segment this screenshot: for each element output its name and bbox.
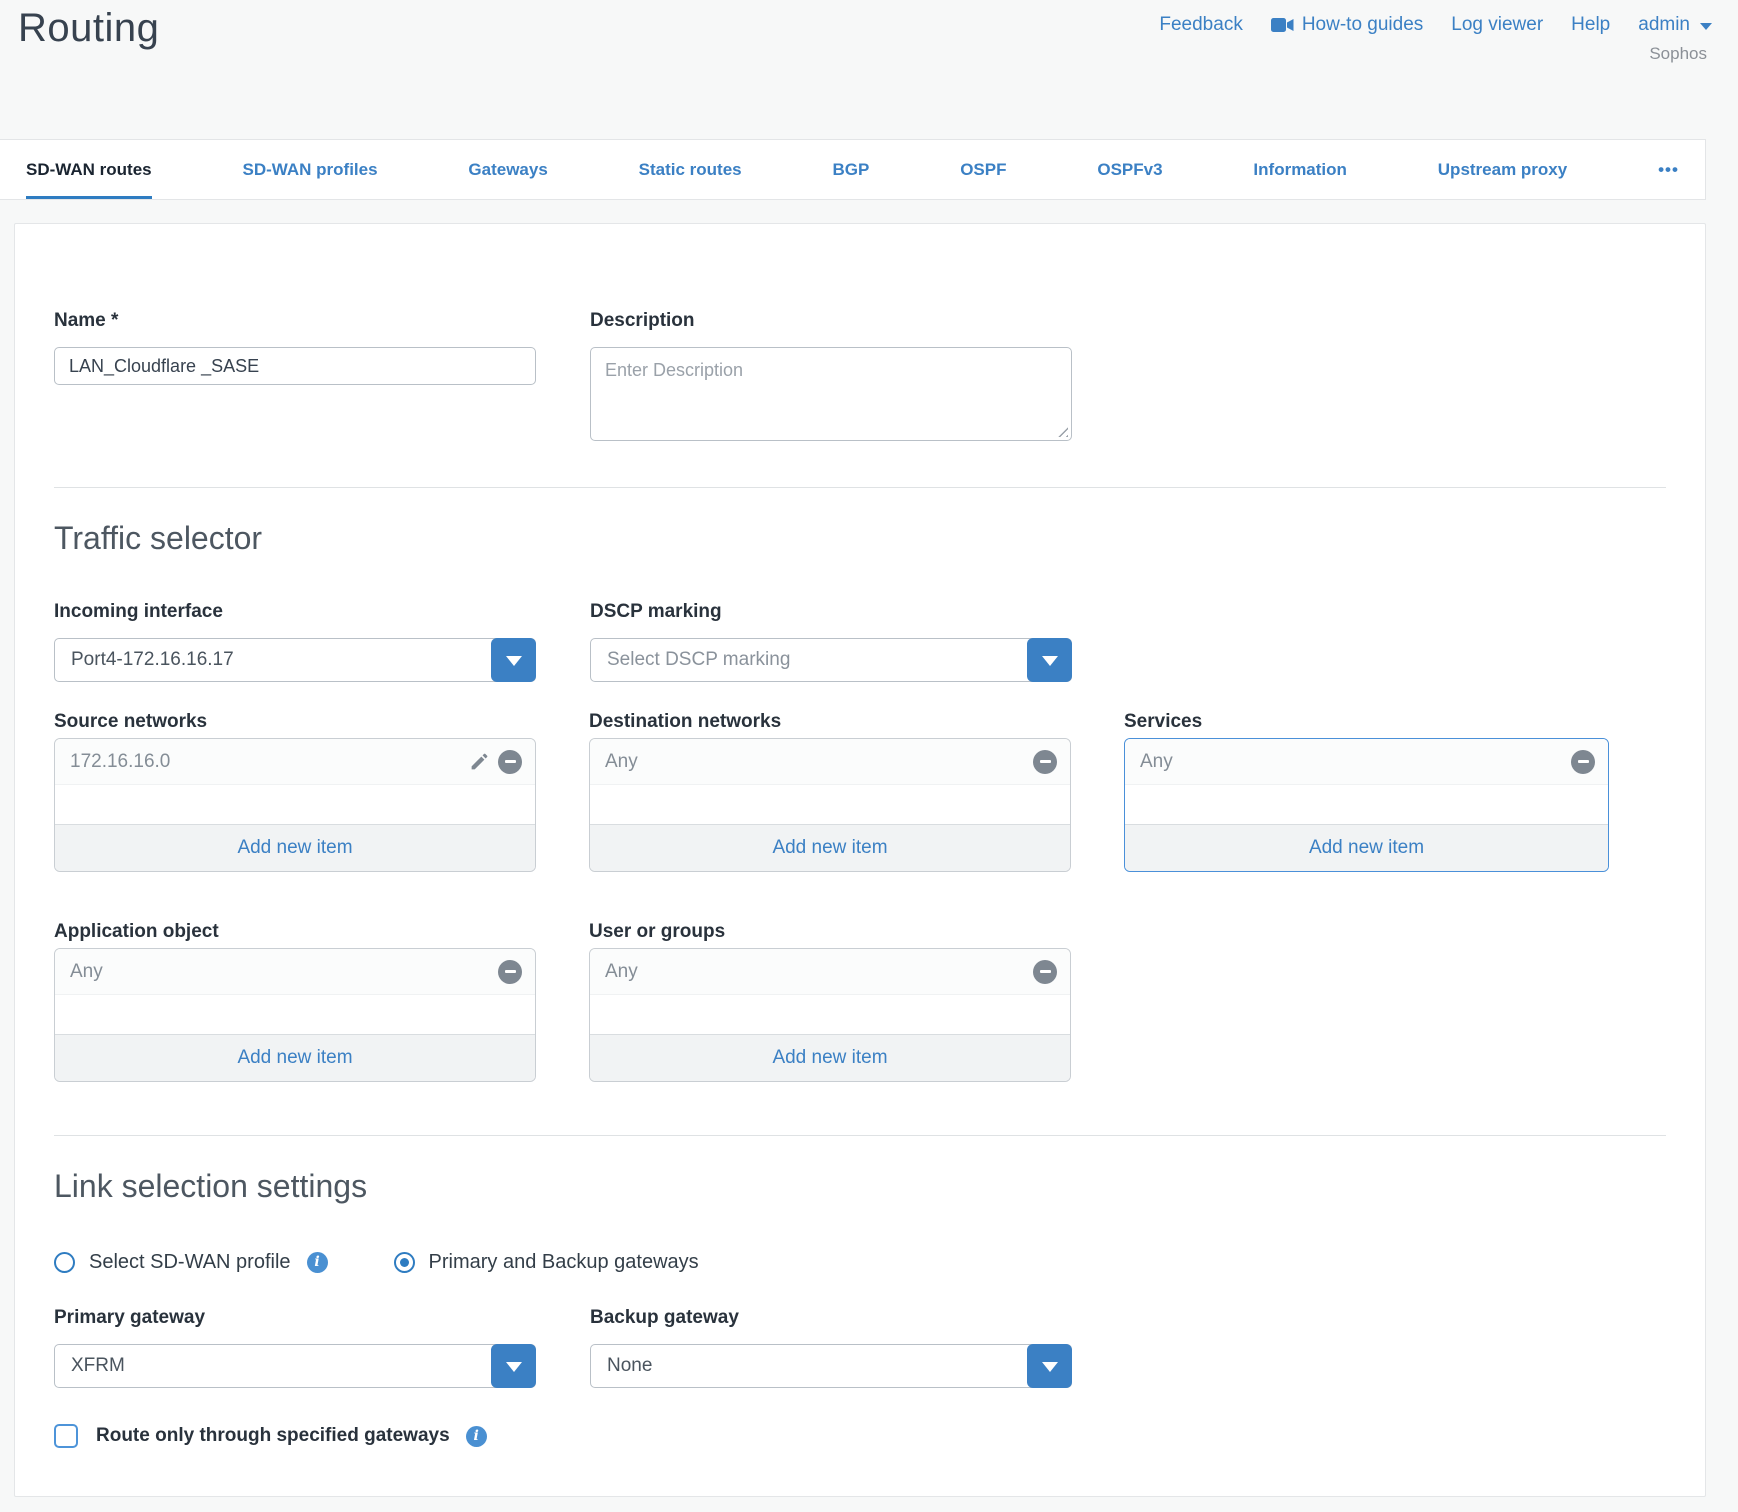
tab-upstream-proxy[interactable]: Upstream proxy [1438, 140, 1567, 199]
link-mode-radio-group: Select SD-WAN profile i Primary and Back… [54, 1250, 1666, 1274]
admin-menu[interactable]: admin [1638, 14, 1712, 36]
sd-wan-route-form: Name * Description Traffic selector Inco… [14, 223, 1706, 1497]
section-divider [54, 487, 1666, 488]
user-groups-box: Any Add new item [589, 948, 1071, 1082]
tab-sd-wan-routes[interactable]: SD-WAN routes [26, 140, 152, 199]
remove-item-icon[interactable] [1571, 750, 1595, 774]
backup-gateway-label: Backup gateway [590, 1308, 1072, 1328]
application-object-label: Application object [54, 922, 536, 942]
radio-label: Select SD-WAN profile [89, 1251, 291, 1274]
info-icon[interactable]: i [466, 1426, 487, 1447]
org-name: Sophos [1649, 44, 1707, 64]
networks-boxes: 172.16.16.0 Add new item Any Add new ite… [54, 732, 1666, 872]
help-link[interactable]: Help [1571, 14, 1610, 36]
list-item: Any [590, 949, 1070, 995]
services-label: Services [1124, 712, 1609, 732]
dscp-marking-select[interactable]: Select DSCP marking [590, 638, 1072, 682]
tabs-overflow-button[interactable]: ••• [1658, 140, 1679, 199]
dropdown-arrow-icon[interactable] [491, 638, 536, 682]
page-title: Routing [18, 6, 159, 51]
app-user-boxes: Any Add new item Any Add new item [54, 942, 1666, 1082]
description-textarea[interactable] [590, 347, 1072, 441]
destination-networks-box: Any Add new item [589, 738, 1071, 872]
tab-sd-wan-profiles[interactable]: SD-WAN profiles [242, 140, 377, 199]
radio-primary-backup-gateways[interactable] [394, 1252, 415, 1273]
section-divider [54, 1135, 1666, 1136]
top-nav: Feedback How-to guides Log viewer Help a… [1159, 14, 1712, 36]
incoming-interface-label: Incoming interface [54, 602, 536, 622]
destination-add-new-item-button[interactable]: Add new item [590, 824, 1070, 871]
source-add-new-item-button[interactable]: Add new item [55, 824, 535, 871]
application-add-new-item-button[interactable]: Add new item [55, 1034, 535, 1081]
routing-tabs: SD-WAN routes SD-WAN profiles Gateways S… [0, 139, 1706, 200]
dscp-marking-label: DSCP marking [590, 602, 1072, 622]
radio-select-sd-wan-profile[interactable] [54, 1252, 75, 1273]
services-add-new-item-button[interactable]: Add new item [1125, 824, 1608, 871]
app-user-labels: Application object User or groups [54, 922, 1666, 942]
page-header: Routing Feedback How-to guides Log viewe… [0, 0, 1738, 139]
chevron-down-icon [1700, 23, 1712, 30]
name-input[interactable] [54, 347, 536, 385]
name-label: Name * [54, 311, 536, 331]
remove-item-icon[interactable] [1033, 960, 1057, 984]
interface-dscp-fields: Port4-172.16.16.17 Select DSCP marking [54, 622, 1666, 682]
remove-item-icon[interactable] [1033, 750, 1057, 774]
name-description-row: Name * Description [54, 311, 1666, 441]
tab-static-routes[interactable]: Static routes [639, 140, 742, 199]
user-groups-label: User or groups [589, 922, 1071, 942]
edit-pencil-icon[interactable] [469, 751, 490, 772]
tab-information[interactable]: Information [1253, 140, 1347, 199]
application-object-box: Any Add new item [54, 948, 536, 1082]
tab-ospfv3[interactable]: OSPFv3 [1097, 140, 1162, 199]
dropdown-arrow-icon[interactable] [491, 1344, 536, 1388]
route-only-checkbox[interactable] [54, 1424, 78, 1448]
list-item: Any [55, 949, 535, 995]
info-icon[interactable]: i [307, 1252, 328, 1273]
description-label: Description [590, 311, 1072, 331]
gateway-fields: XFRM None [54, 1328, 1666, 1388]
radio-label: Primary and Backup gateways [429, 1251, 699, 1274]
howto-guides-link[interactable]: How-to guides [1271, 14, 1423, 36]
tab-bgp[interactable]: BGP [833, 140, 870, 199]
video-camera-icon [1271, 17, 1294, 33]
route-only-label: Route only through specified gateways [96, 1425, 450, 1447]
source-networks-box: 172.16.16.0 Add new item [54, 738, 536, 872]
remove-item-icon[interactable] [498, 960, 522, 984]
route-only-checkbox-row: Route only through specified gateways i [54, 1422, 1666, 1450]
primary-gateway-label: Primary gateway [54, 1308, 536, 1328]
tab-gateways[interactable]: Gateways [468, 140, 547, 199]
interface-dscp-labels: Incoming interface DSCP marking [54, 602, 1666, 622]
primary-gateway-select[interactable]: XFRM [54, 1344, 536, 1388]
description-field-group: Description [590, 311, 1072, 441]
traffic-selector-heading: Traffic selector [54, 518, 1666, 558]
gateway-labels: Primary gateway Backup gateway [54, 1308, 1666, 1328]
networks-labels: Source networks Destination networks Ser… [54, 712, 1666, 732]
services-box: Any Add new item [1124, 738, 1609, 872]
list-item: Any [590, 739, 1070, 785]
link-selection-heading: Link selection settings [54, 1166, 1666, 1206]
list-item: 172.16.16.0 [55, 739, 535, 785]
tab-ospf[interactable]: OSPF [960, 140, 1006, 199]
incoming-interface-select[interactable]: Port4-172.16.16.17 [54, 638, 536, 682]
users-add-new-item-button[interactable]: Add new item [590, 1034, 1070, 1081]
remove-item-icon[interactable] [498, 750, 522, 774]
destination-networks-label: Destination networks [589, 712, 1071, 732]
dropdown-arrow-icon[interactable] [1027, 1344, 1072, 1388]
list-item: Any [1125, 739, 1608, 785]
log-viewer-link[interactable]: Log viewer [1451, 14, 1543, 36]
source-networks-label: Source networks [54, 712, 536, 732]
name-field-group: Name * [54, 311, 536, 441]
feedback-link[interactable]: Feedback [1159, 14, 1242, 36]
dropdown-arrow-icon[interactable] [1027, 638, 1072, 682]
backup-gateway-select[interactable]: None [590, 1344, 1072, 1388]
